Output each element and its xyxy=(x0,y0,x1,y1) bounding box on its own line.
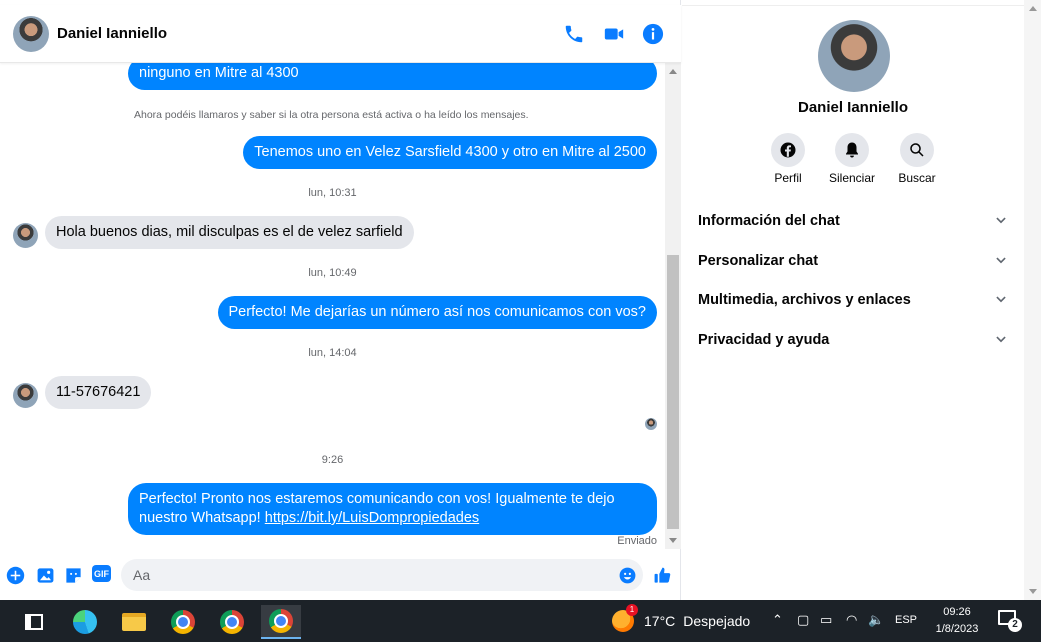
page-scroll-up-arrow[interactable] xyxy=(1029,6,1037,11)
windows-taskbar: 1 17°C Despejado ⌃ ▢ ▭ ◠ 🔈 ESP 09:26 1/8… xyxy=(0,600,1041,642)
chrome-icon[interactable] xyxy=(163,605,203,639)
facebook-icon[interactable] xyxy=(771,133,805,167)
message-input[interactable] xyxy=(121,559,643,591)
incoming-message[interactable]: 11-57676421 xyxy=(45,376,152,409)
message-scrollbar[interactable] xyxy=(665,63,681,549)
file-explorer-icon[interactable] xyxy=(114,605,154,639)
profile-action[interactable]: Perfil xyxy=(753,133,823,185)
phone-icon[interactable] xyxy=(562,22,586,46)
contact-avatar-small[interactable] xyxy=(13,383,38,408)
chevron-down-icon[interactable] xyxy=(994,293,1008,307)
notification-center-icon[interactable]: 2 xyxy=(998,610,1022,632)
gif-icon[interactable]: GIF xyxy=(92,565,111,582)
chat-panel: Daniel Ianniello ninguno en Mitre al 430… xyxy=(0,0,681,600)
clock-date: 1/8/2023 xyxy=(935,623,979,635)
volume-muted-icon[interactable]: 🔈 xyxy=(868,612,884,628)
panel-divider xyxy=(682,5,1024,6)
scroll-thumb[interactable] xyxy=(667,255,679,529)
whatsapp-link[interactable]: https://bit.ly/LuisDompropiedades xyxy=(265,510,479,526)
weather-widget[interactable]: 1 17°C Despejado xyxy=(612,600,750,642)
weather-badge: 1 xyxy=(626,604,638,616)
contact-avatar[interactable] xyxy=(13,15,49,52)
sent-status: Enviado xyxy=(617,535,657,547)
contact-name[interactable]: Daniel Ianniello xyxy=(57,25,167,42)
scroll-down-arrow[interactable] xyxy=(669,538,677,543)
chevron-down-icon[interactable] xyxy=(994,254,1008,268)
language-indicator[interactable]: ESP xyxy=(895,614,917,626)
weather-condition: Despejado xyxy=(683,613,751,629)
video-camera-icon[interactable] xyxy=(602,22,626,46)
emoji-icon[interactable] xyxy=(617,565,637,585)
chrome-profile-icon[interactable] xyxy=(212,605,252,639)
image-icon[interactable] xyxy=(35,565,55,585)
battery-icon[interactable]: ▭ xyxy=(820,612,832,628)
section-customize-chat[interactable]: Personalizar chat xyxy=(698,249,1008,273)
message-composer: GIF xyxy=(0,553,681,597)
info-icon[interactable] xyxy=(641,22,665,46)
system-clock[interactable]: 09:26 1/8/2023 xyxy=(930,604,984,638)
message-timestamp: lun, 10:49 xyxy=(308,267,357,279)
message-list[interactable]: ninguno en Mitre al 4300 Ahora podéis ll… xyxy=(0,63,665,549)
section-chat-info[interactable]: Información del chat xyxy=(698,209,1008,233)
conversation-info-panel: Daniel Ianniello Perfil Silenciar Buscar… xyxy=(682,0,1024,600)
search-icon[interactable] xyxy=(900,133,934,167)
chrome-active-icon[interactable] xyxy=(261,605,301,639)
message-timestamp: lun, 10:31 xyxy=(308,187,357,199)
task-view-icon[interactable] xyxy=(14,605,54,639)
page-scrollbar[interactable] xyxy=(1024,0,1041,600)
seen-receipt-avatar xyxy=(645,418,657,430)
meet-now-icon[interactable]: ▢ xyxy=(797,612,809,628)
notification-count: 2 xyxy=(1008,618,1022,632)
chevron-down-icon[interactable] xyxy=(994,333,1008,347)
system-message: Ahora podéis llamaros y saber si la otra… xyxy=(134,109,529,121)
edge-icon[interactable] xyxy=(65,605,105,639)
outgoing-message[interactable]: Perfecto! Pronto nos estaremos comunican… xyxy=(128,483,657,535)
search-action[interactable]: Buscar xyxy=(882,133,952,185)
clock-time: 09:26 xyxy=(943,606,971,618)
bell-icon[interactable] xyxy=(835,133,869,167)
like-thumb-icon[interactable] xyxy=(652,565,672,585)
scroll-up-arrow[interactable] xyxy=(669,69,677,74)
outgoing-message[interactable]: Perfecto! Me dejarías un número así nos … xyxy=(217,296,657,329)
weather-sun-icon: 1 xyxy=(612,604,638,632)
chat-header: Daniel Ianniello xyxy=(0,5,681,63)
outgoing-message[interactable]: ninguno en Mitre al 4300 xyxy=(128,63,657,90)
incoming-message[interactable]: Hola buenos dias, mil disculpas es el de… xyxy=(45,216,414,249)
mute-action[interactable]: Silenciar xyxy=(817,133,887,185)
sticker-icon[interactable] xyxy=(63,565,83,585)
message-timestamp: 9:26 xyxy=(321,454,344,466)
wifi-icon[interactable]: ◠ xyxy=(846,612,857,628)
chevron-up-icon[interactable]: ⌃ xyxy=(772,612,783,628)
plus-circle-icon[interactable] xyxy=(5,565,25,585)
contact-avatar-small[interactable] xyxy=(13,223,38,248)
profile-name: Daniel Ianniello xyxy=(797,99,909,116)
weather-temperature: 17°C xyxy=(644,613,676,629)
message-timestamp: lun, 14:04 xyxy=(308,347,357,359)
profile-avatar[interactable] xyxy=(818,20,890,92)
chevron-down-icon[interactable] xyxy=(994,214,1008,228)
section-privacy-help[interactable]: Privacidad y ayuda xyxy=(698,328,1008,352)
section-media-files-links[interactable]: Multimedia, archivos y enlaces xyxy=(698,288,1008,312)
outgoing-message[interactable]: Tenemos uno en Velez Sarsfield 4300 y ot… xyxy=(243,136,657,169)
page-scroll-down-arrow[interactable] xyxy=(1029,589,1037,594)
